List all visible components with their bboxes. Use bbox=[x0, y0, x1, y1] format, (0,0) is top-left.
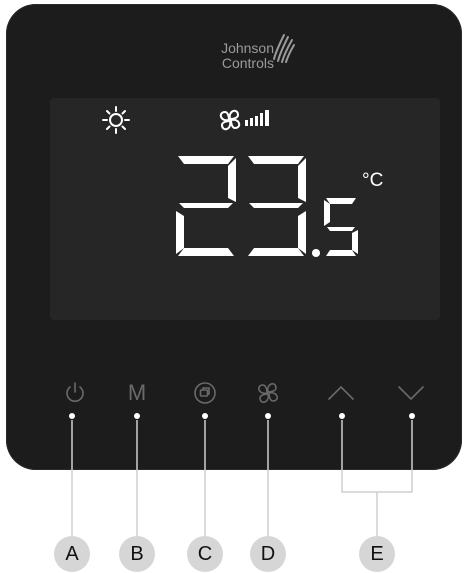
callout-c: C bbox=[187, 536, 223, 572]
callout-b: B bbox=[119, 536, 155, 572]
callout-d: D bbox=[250, 536, 286, 572]
callout-lines bbox=[71, 420, 413, 536]
callout-a: A bbox=[54, 536, 90, 572]
callout-e: E bbox=[359, 536, 395, 572]
